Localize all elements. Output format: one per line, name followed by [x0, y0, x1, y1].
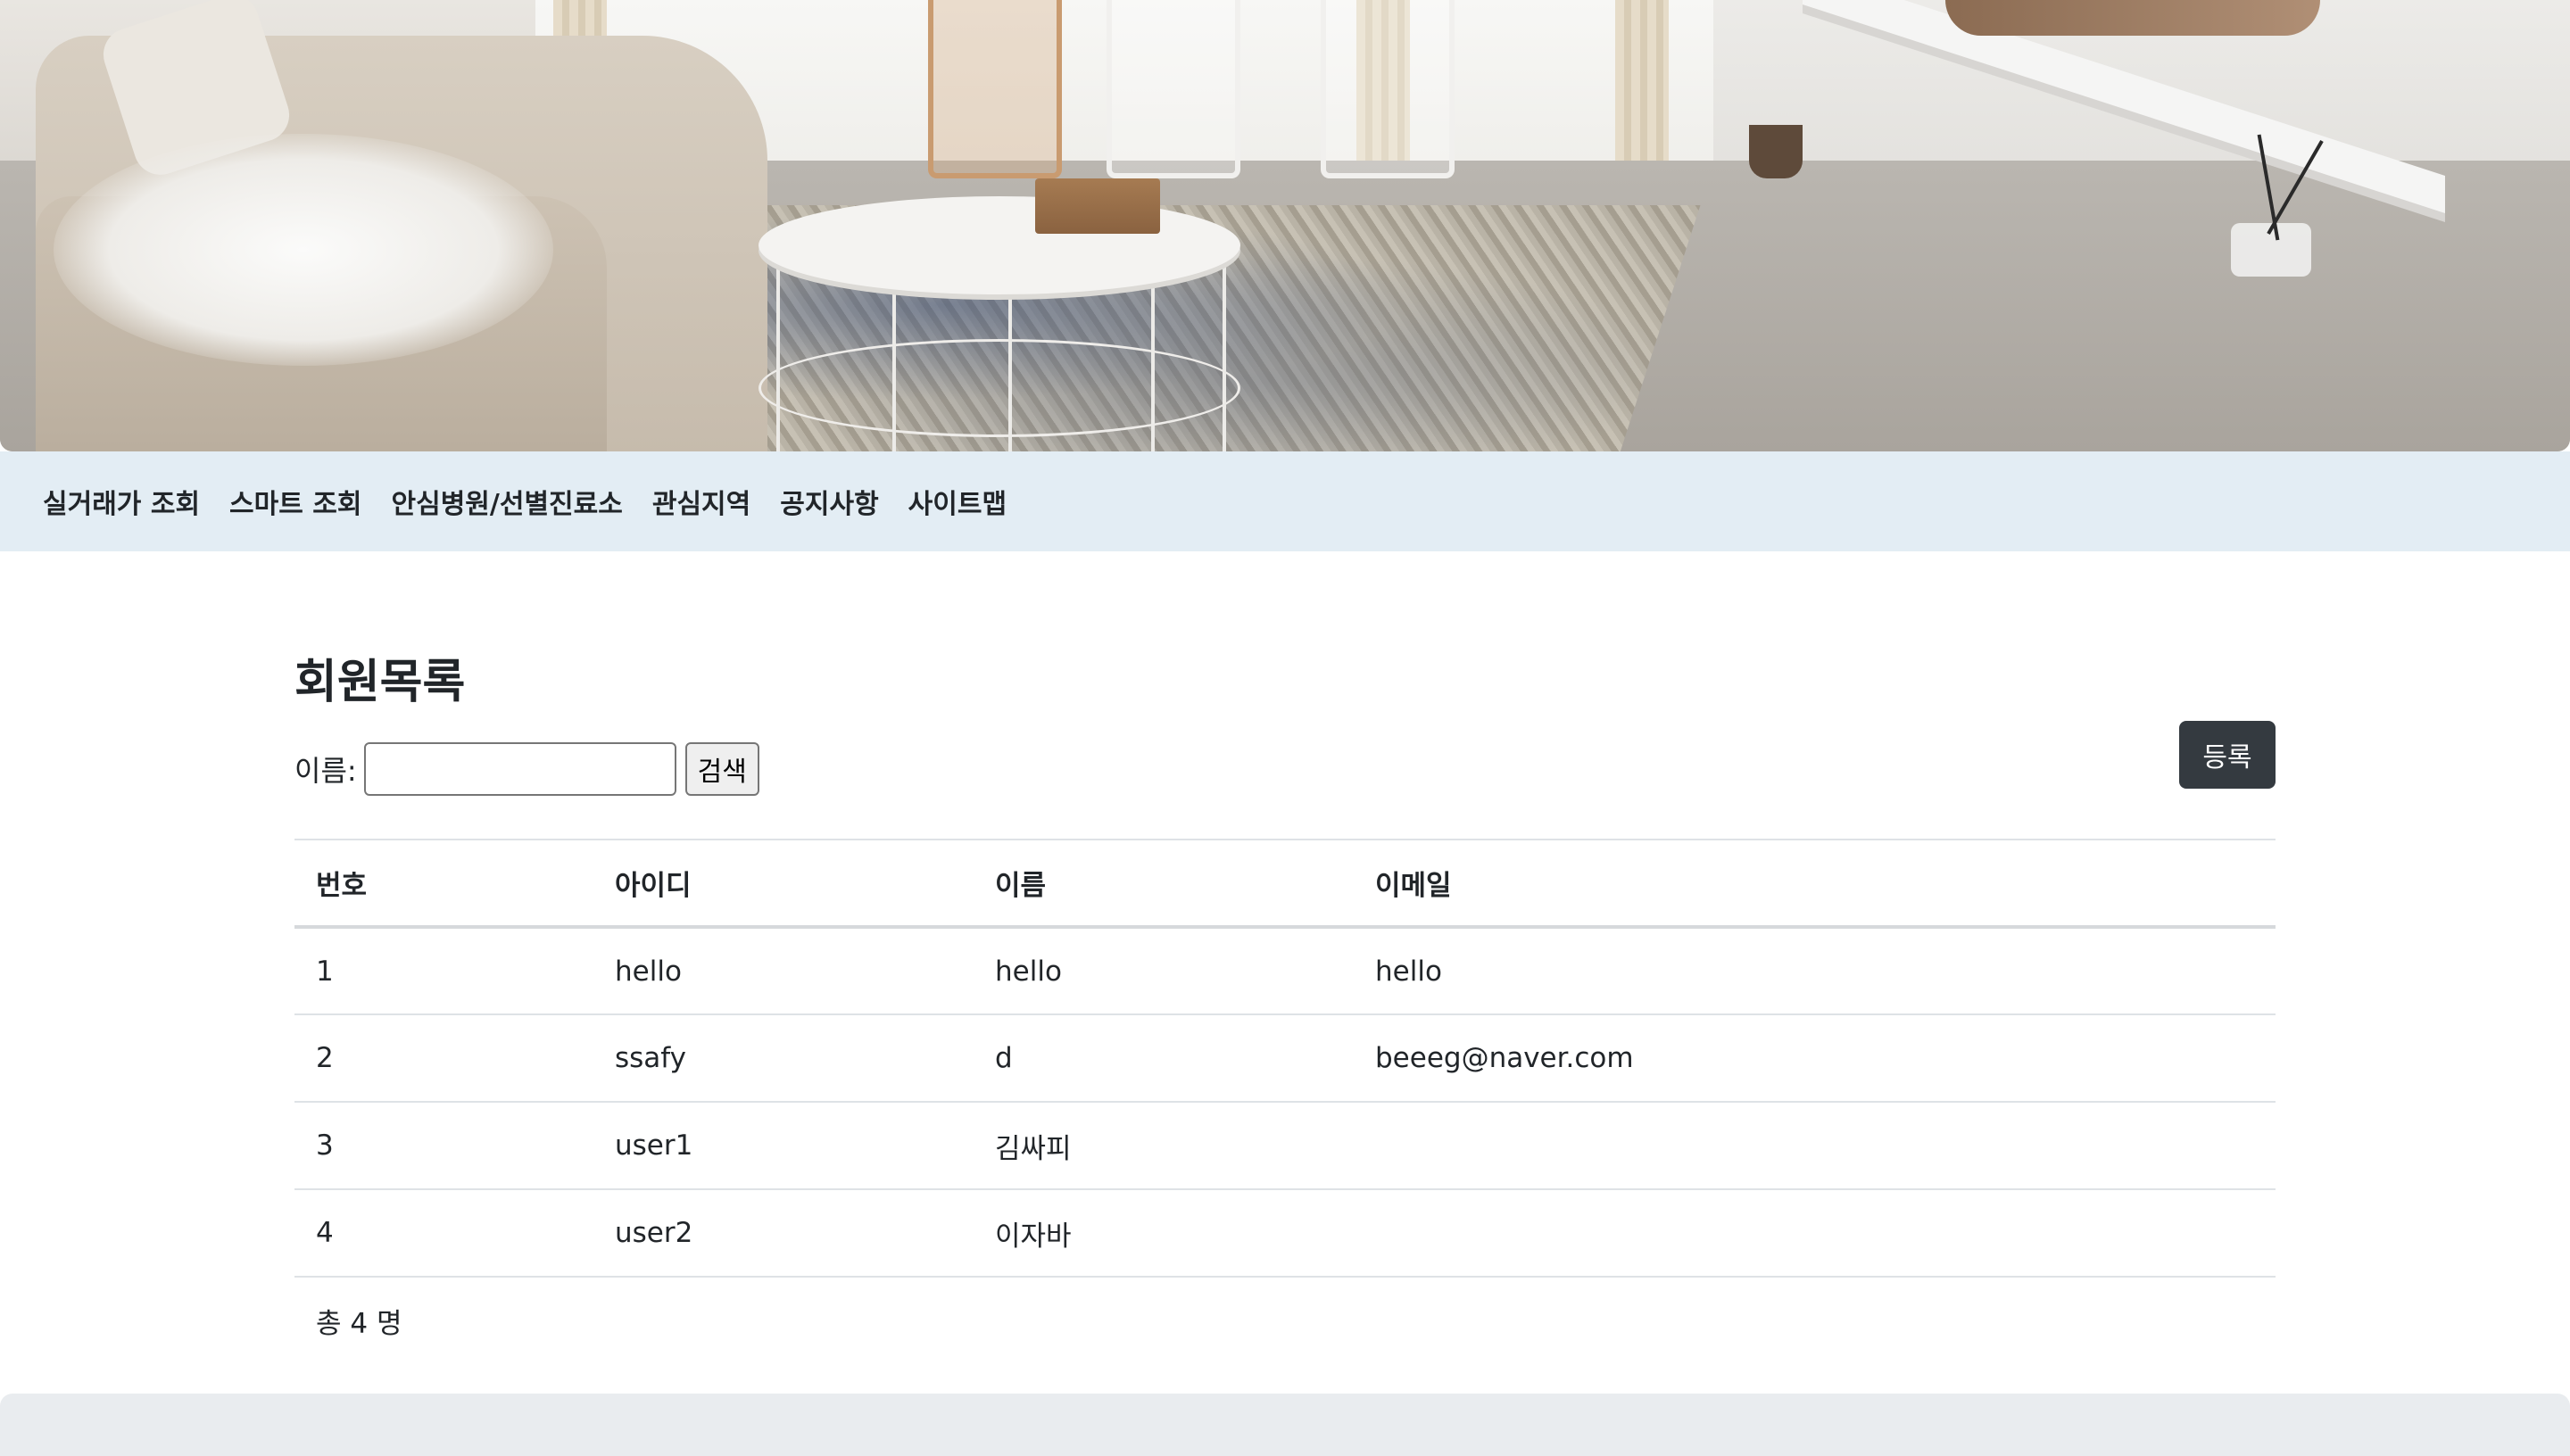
hero-coffee-table — [759, 196, 1240, 294]
cell-id: ssafy — [615, 1042, 687, 1074]
register-button[interactable]: 등록 — [2179, 721, 2276, 789]
search-button[interactable]: 검색 — [684, 742, 759, 796]
nav-item-notice[interactable]: 공지사항 — [780, 482, 878, 521]
column-header-id: 아이디 — [615, 870, 692, 902]
hero-plant-pot — [1749, 125, 1803, 178]
search-label: 이름: — [294, 754, 357, 788]
cell-number: 4 — [316, 1217, 334, 1249]
cell-name: d — [995, 1042, 1013, 1074]
cell-id: user2 — [615, 1217, 693, 1249]
table-row[interactable]: 3 user1 김싸피 — [294, 1102, 2276, 1189]
hero-table-leg — [1223, 250, 1226, 451]
nav-item-smart-search[interactable]: 스마트 조회 — [229, 482, 361, 521]
table-row[interactable]: 4 user2 이자바 — [294, 1189, 2276, 1277]
hero-chair — [1107, 0, 1240, 178]
cell-email — [1354, 1102, 2276, 1189]
hero-table-base — [759, 339, 1240, 437]
table-row[interactable]: 2 ssafy d beeeg@naver.com — [294, 1014, 2276, 1102]
nav-item-real-price[interactable]: 실거래가 조회 — [43, 482, 200, 521]
total-count-text: 총 4 명 — [316, 1308, 402, 1340]
search-form: 이름: 검색 — [294, 742, 759, 796]
cell-name: 김싸피 — [995, 1132, 1072, 1165]
name-search-input[interactable] — [363, 742, 676, 796]
hero-fur-throw — [54, 134, 553, 366]
table-header-row: 번호 아이디 이름 이메일 — [294, 840, 2276, 927]
table-row[interactable]: 1 hello hello hello — [294, 927, 2276, 1014]
hero-wall-art — [1945, 0, 2320, 36]
cell-name: hello — [995, 955, 1062, 988]
nav-item-interest-area[interactable]: 관심지역 — [652, 482, 750, 521]
nav-item-safe-hospital[interactable]: 안심병원/선별진료소 — [392, 482, 623, 521]
cell-email: beeeg@naver.com — [1375, 1042, 1634, 1074]
hero-chair — [1321, 0, 1455, 178]
main-navbar: 실거래가 조회 스마트 조회 안심병원/선별진료소 관심지역 공지사항 사이트맵 — [0, 451, 2570, 551]
footer — [0, 1394, 2570, 1456]
hero-chair — [928, 0, 1062, 178]
hero-wooden-box — [1035, 178, 1160, 234]
cell-name: 이자바 — [995, 1220, 1072, 1253]
cell-id: user1 — [615, 1129, 693, 1162]
hero-banner-image — [0, 0, 2570, 451]
cell-number: 3 — [316, 1129, 334, 1162]
nav-item-sitemap[interactable]: 사이트맵 — [908, 482, 1007, 521]
cell-number: 2 — [316, 1042, 334, 1074]
cell-id: hello — [615, 955, 682, 988]
column-header-name: 이름 — [995, 870, 1047, 902]
member-table: 번호 아이디 이름 이메일 1 hello hello hello 2 ssaf… — [294, 839, 2276, 1364]
hero-table-leg — [776, 250, 780, 451]
page-title: 회원목록 — [294, 656, 466, 709]
table-footer-row: 총 4 명 — [294, 1277, 2276, 1364]
cell-email — [1354, 1189, 2276, 1277]
column-header-number: 번호 — [316, 870, 368, 902]
cell-number: 1 — [316, 955, 334, 988]
cell-email: hello — [1375, 955, 1442, 988]
column-header-email: 이메일 — [1375, 870, 1452, 902]
